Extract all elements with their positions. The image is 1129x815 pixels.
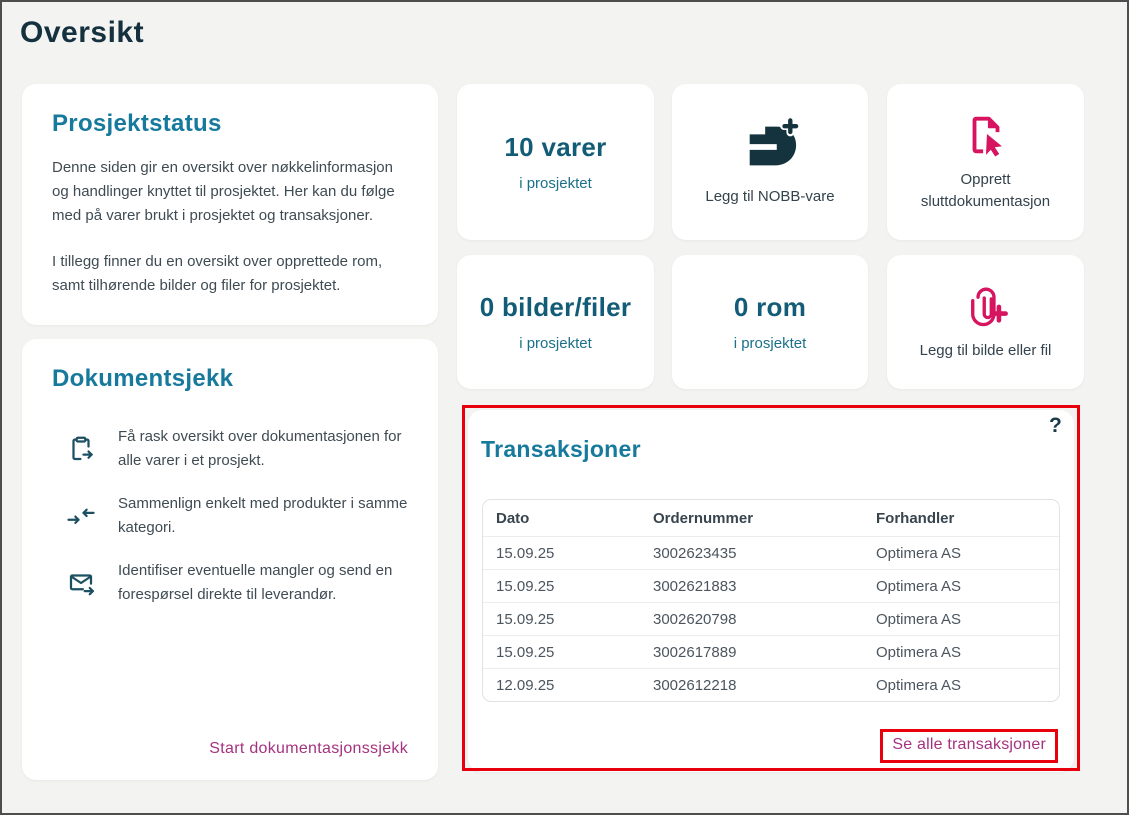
add-nobb-vare-tile[interactable]: Legg til NOBB-vare bbox=[672, 84, 868, 240]
bilder-filer-stat-tile[interactable]: 0 bilder/filer i prosjektet bbox=[457, 255, 654, 389]
bilder-filer-caption: i prosjektet bbox=[519, 335, 592, 352]
varer-count: 10 varer bbox=[504, 132, 606, 163]
see-all-transactions-link[interactable]: Se alle transaksjoner bbox=[892, 736, 1046, 753]
table-header-row: Dato Ordernummer Forhandler bbox=[483, 500, 1059, 536]
table-row: 15.09.25 3002620798 Optimera AS bbox=[483, 602, 1059, 635]
transactions-table: Dato Ordernummer Forhandler 15.09.25 300… bbox=[482, 499, 1060, 702]
rom-caption: i prosjektet bbox=[734, 335, 807, 352]
add-image-or-file-label: Legg til bilde eller fil bbox=[906, 340, 1066, 362]
cell-date: 12.09.25 bbox=[483, 668, 653, 701]
cell-order-number: 3002621883 bbox=[653, 569, 876, 602]
clipboard-export-icon bbox=[66, 434, 96, 464]
document-check-card: Dokumentsjekk Få rask oversikt over doku… bbox=[22, 339, 438, 780]
cell-dealer: Optimera AS bbox=[876, 536, 1059, 569]
project-status-paragraph-2: I tillegg finner du en oversikt over opp… bbox=[52, 250, 408, 298]
cell-dealer: Optimera AS bbox=[876, 569, 1059, 602]
rom-stat-tile[interactable]: 0 rom i prosjektet bbox=[672, 255, 868, 389]
column-header-forhandler: Forhandler bbox=[876, 500, 1059, 536]
cell-date: 15.09.25 bbox=[483, 635, 653, 668]
table-row: 12.09.25 3002612218 Optimera AS bbox=[483, 668, 1059, 701]
create-final-documentation-tile[interactable]: Opprett sluttdokumentasjon bbox=[887, 84, 1084, 240]
see-all-transactions-annotation-box: Se alle transaksjoner bbox=[880, 729, 1058, 763]
column-header-dato: Dato bbox=[483, 500, 653, 536]
document-check-heading: Dokumentsjekk bbox=[52, 365, 408, 393]
nobb-logo-plus-icon bbox=[737, 117, 803, 175]
varer-stat-tile[interactable]: 10 varer i prosjektet bbox=[457, 84, 654, 240]
document-check-list: Få rask oversikt over dokumentasjonen fo… bbox=[66, 425, 408, 607]
list-item: Identifiser eventuelle mangler og send e… bbox=[66, 559, 408, 607]
help-icon[interactable]: ? bbox=[1049, 414, 1062, 438]
cell-order-number: 3002620798 bbox=[653, 602, 876, 635]
compare-arrows-icon bbox=[66, 501, 96, 531]
table-row: 15.09.25 3002621883 Optimera AS bbox=[483, 569, 1059, 602]
document-arrow-cursor-icon bbox=[963, 112, 1009, 158]
envelope-send-icon bbox=[66, 568, 96, 598]
list-item-text: Sammenlign enkelt med produkter i samme … bbox=[118, 492, 408, 540]
cell-date: 15.09.25 bbox=[483, 602, 653, 635]
cell-order-number: 3002617889 bbox=[653, 635, 876, 668]
transactions-card: ? Transaksjoner Dato Ordernummer Forhand… bbox=[468, 410, 1074, 772]
cell-order-number: 3002623435 bbox=[653, 536, 876, 569]
cell-dealer: Optimera AS bbox=[876, 602, 1059, 635]
cell-dealer: Optimera AS bbox=[876, 668, 1059, 701]
list-item: Få rask oversikt over dokumentasjonen fo… bbox=[66, 425, 408, 473]
transactions-heading: Transaksjoner bbox=[481, 436, 641, 463]
project-status-card: Prosjektstatus Denne siden gir en oversi… bbox=[22, 84, 438, 325]
cell-dealer: Optimera AS bbox=[876, 635, 1059, 668]
bilder-filer-count: 0 bilder/filer bbox=[480, 292, 632, 323]
column-header-ordernummer: Ordernummer bbox=[653, 500, 876, 536]
project-status-paragraph-1: Denne siden gir en oversikt over nøkkeli… bbox=[52, 156, 408, 228]
add-nobb-vare-label: Legg til NOBB-vare bbox=[691, 186, 848, 208]
create-final-documentation-label: Opprett sluttdokumentasjon bbox=[887, 169, 1084, 213]
start-document-check-link[interactable]: Start dokumentasjonssjekk bbox=[209, 740, 408, 758]
paperclip-plus-icon bbox=[964, 283, 1008, 329]
page-title: Oversikt bbox=[20, 16, 144, 50]
overview-page: Oversikt Prosjektstatus Denne siden gir … bbox=[0, 0, 1129, 815]
cell-date: 15.09.25 bbox=[483, 536, 653, 569]
list-item: Sammenlign enkelt med produkter i samme … bbox=[66, 492, 408, 540]
table-row: 15.09.25 3002617889 Optimera AS bbox=[483, 635, 1059, 668]
project-status-heading: Prosjektstatus bbox=[52, 110, 408, 138]
rom-count: 0 rom bbox=[734, 292, 806, 323]
cell-date: 15.09.25 bbox=[483, 569, 653, 602]
list-item-text: Identifiser eventuelle mangler og send e… bbox=[118, 559, 408, 607]
table-row: 15.09.25 3002623435 Optimera AS bbox=[483, 536, 1059, 569]
cell-order-number: 3002612218 bbox=[653, 668, 876, 701]
varer-caption: i prosjektet bbox=[519, 175, 592, 192]
add-image-or-file-tile[interactable]: Legg til bilde eller fil bbox=[887, 255, 1084, 389]
list-item-text: Få rask oversikt over dokumentasjonen fo… bbox=[118, 425, 408, 473]
